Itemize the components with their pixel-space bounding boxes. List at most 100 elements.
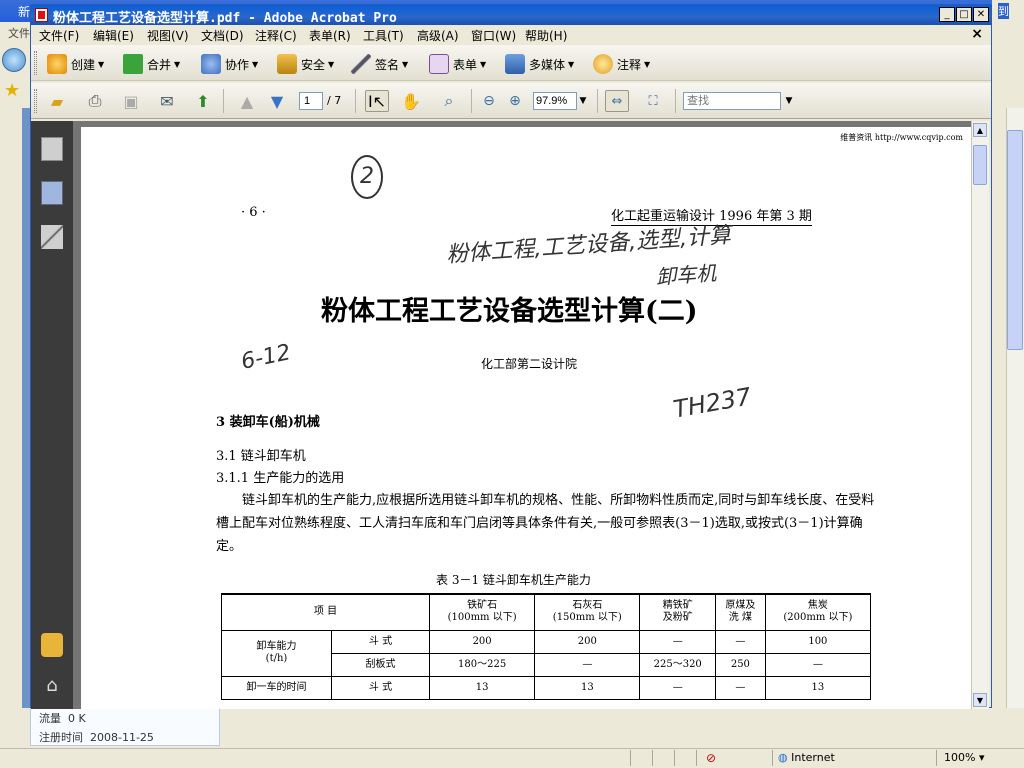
find-input[interactable] [683,92,781,110]
table-cell: — [639,629,717,654]
print-icon[interactable]: ⎙ [83,90,107,112]
flow-label: 流量 [39,712,61,725]
table-cell: 180～225 [428,652,536,677]
combine-button[interactable]: 合并 ▼ [123,53,180,75]
multimedia-button[interactable]: 多媒体 ▼ [505,53,574,75]
form-icon [429,54,449,74]
minimize-button[interactable]: _ [939,7,955,22]
page-number-input[interactable] [299,92,323,110]
info-panel: 流量 0 K 注册时间 2008-11-25 [30,706,220,746]
menu-help[interactable]: 帮助(H) [525,27,567,44]
article-title: 粉体工程工艺设备选型计算(二) [321,296,698,327]
table-cell: 100 [764,629,872,654]
previous-page-icon[interactable]: ▲ [235,90,259,112]
open-folder-icon[interactable]: ▰ [45,90,69,112]
table-cell: 13 [764,675,872,700]
upload-icon[interactable]: ⬆ [191,90,215,112]
table-header-cell: 精铁矿 及粉矿 [639,593,717,631]
document-area: 维普资讯 http://www.cqvip.com 2 · 6 · 化工起重运输… [73,121,971,709]
table-row-sublabel: 斗 式 [331,629,430,654]
save-icon[interactable]: ▣ [119,90,143,112]
collaborate-button[interactable]: 协作 ▼ [201,53,258,75]
status-zoom[interactable]: 100% ▾ [944,751,984,764]
forms-button[interactable]: 表单 ▼ [429,53,486,75]
table-row-label: 卸一车的时间 [221,675,332,700]
signatures-icon[interactable] [41,225,63,249]
comment-button[interactable]: 注释 ▼ [593,53,650,75]
pdf-icon [35,8,48,22]
table-cell: — [639,675,717,700]
fit-page-icon[interactable]: ⛶ [641,90,665,112]
maximize-button[interactable]: □ [956,7,972,22]
sign-button[interactable]: 签名 ▼ [351,53,408,75]
create-icon [47,54,67,74]
reg-time-label: 注册时间 [39,731,83,744]
table-cell: 225～320 [639,652,717,677]
pages-icon[interactable] [41,137,63,161]
table-cell: — [764,652,872,677]
select-text-icon[interactable]: I↖ [365,90,389,112]
menu-advanced[interactable]: 高级(A) [417,27,459,44]
table-cell: — [715,629,766,654]
body-paragraph: 链斗卸车机的生产能力,应根据所选用链斗卸车机的规格、性能、所卸物料性质而定,同时… [216,493,875,554]
comments-icon[interactable] [41,633,63,657]
table-cell: 13 [428,675,536,700]
combine-icon [123,54,143,74]
tasks-toolbar: 创建 ▼ 合并 ▼ 协作 ▼ 安全 ▼ 签名 ▼ 表单 ▼ 多媒体 ▼ 注释 ▼ [31,45,991,81]
next-page-icon[interactable]: ▼ [265,90,289,112]
table-cell: — [534,652,641,677]
menu-edit[interactable]: 编辑(E) [93,27,134,44]
multimedia-icon [505,54,525,74]
zoom-in-icon[interactable]: ⊕ [503,90,527,112]
secure-button[interactable]: 安全 ▼ [277,53,334,75]
acrobat-title-bar: 粉体工程工艺设备选型计算.pdf - Adobe Acrobat Pro _ □… [31,5,991,26]
find-dropdown-icon[interactable]: ▼ [777,90,801,112]
fit-width-icon[interactable]: ⇔ [605,90,629,112]
pen-icon [351,54,371,74]
menu-document[interactable]: 文档(D) [201,27,244,44]
attachments-icon[interactable]: ⌂ [41,675,63,699]
favorites-star-icon[interactable]: ★ [4,80,20,101]
create-button[interactable]: 创建 ▼ [47,53,104,75]
close-document-icon[interactable]: × [971,26,983,42]
table-row: 卸车能力 (t/h) 斗 式 200 200 — — 100 [221,629,872,677]
document-scrollbar[interactable] [971,121,989,709]
bookmarks-icon[interactable] [41,181,63,205]
pdf-page: 维普资讯 http://www.cqvip.com 2 · 6 · 化工起重运输… [81,127,971,709]
zoom-tool-icon[interactable]: ⌕ [437,90,461,112]
menu-window[interactable]: 窗口(W) [471,27,516,44]
security-icon: ⊘ [706,751,717,765]
browser-menu-file[interactable]: 文件 [0,22,34,42]
browser-title: 新 [18,5,31,19]
scroll-down-icon[interactable]: ▼ [973,693,987,707]
scroll-up-icon[interactable]: ▲ [973,123,987,137]
menu-tools[interactable]: 工具(T) [363,27,404,44]
table-row-label: 卸车能力 (t/h) [221,629,332,677]
page-total: / 7 [327,94,342,107]
hand-tool-icon[interactable]: ✋ [399,90,423,112]
back-icon[interactable] [2,48,26,72]
reg-time-value: 2008-11-25 [90,731,154,744]
table-row-sublabel: 刮板式 [331,652,430,677]
zoom-dropdown-icon[interactable]: ▼ [571,90,595,112]
close-button[interactable]: ✕ [973,7,989,22]
navigation-toolbar: ▰ ⎙ ▣ ✉ ⬆ ▲ ▼ / 7 I↖ ✋ ⌕ ⊖ ⊕ ▼ ⇔ ⛶ ▼ [31,83,991,119]
window-title: 粉体工程工艺设备选型计算.pdf - Adobe Acrobat Pro [53,11,397,26]
navigation-pane: ⌂ [31,121,73,709]
page-source-header: 维普资讯 http://www.cqvip.com [840,133,963,142]
handwritten-keyword-2: 卸车机 [655,260,717,290]
email-icon[interactable]: ✉ [155,90,179,112]
menu-comments[interactable]: 注释(C) [255,27,297,44]
globe-icon: ◍ [778,751,788,764]
table-row: 卸一车的时间 斗 式 13 13 — — 13 [221,675,872,700]
zoom-out-icon[interactable]: ⊖ [477,90,501,112]
table-header-cell: 石灰石 (150mm 以下) [534,593,641,631]
browser-scrollbar-thumb[interactable] [1007,130,1023,350]
section-3-heading: 3 装卸车(船)机械 [216,415,320,430]
document-scrollbar-thumb[interactable] [973,145,987,185]
menu-file[interactable]: 文件(F) [39,27,79,44]
section-3-1-1-heading: 3.1.1 生产能力的选用 [216,471,345,486]
menu-forms[interactable]: 表单(R) [309,27,351,44]
menu-view[interactable]: 视图(V) [147,27,189,44]
table-header-cell: 焦炭 (200mm 以下) [764,593,872,631]
